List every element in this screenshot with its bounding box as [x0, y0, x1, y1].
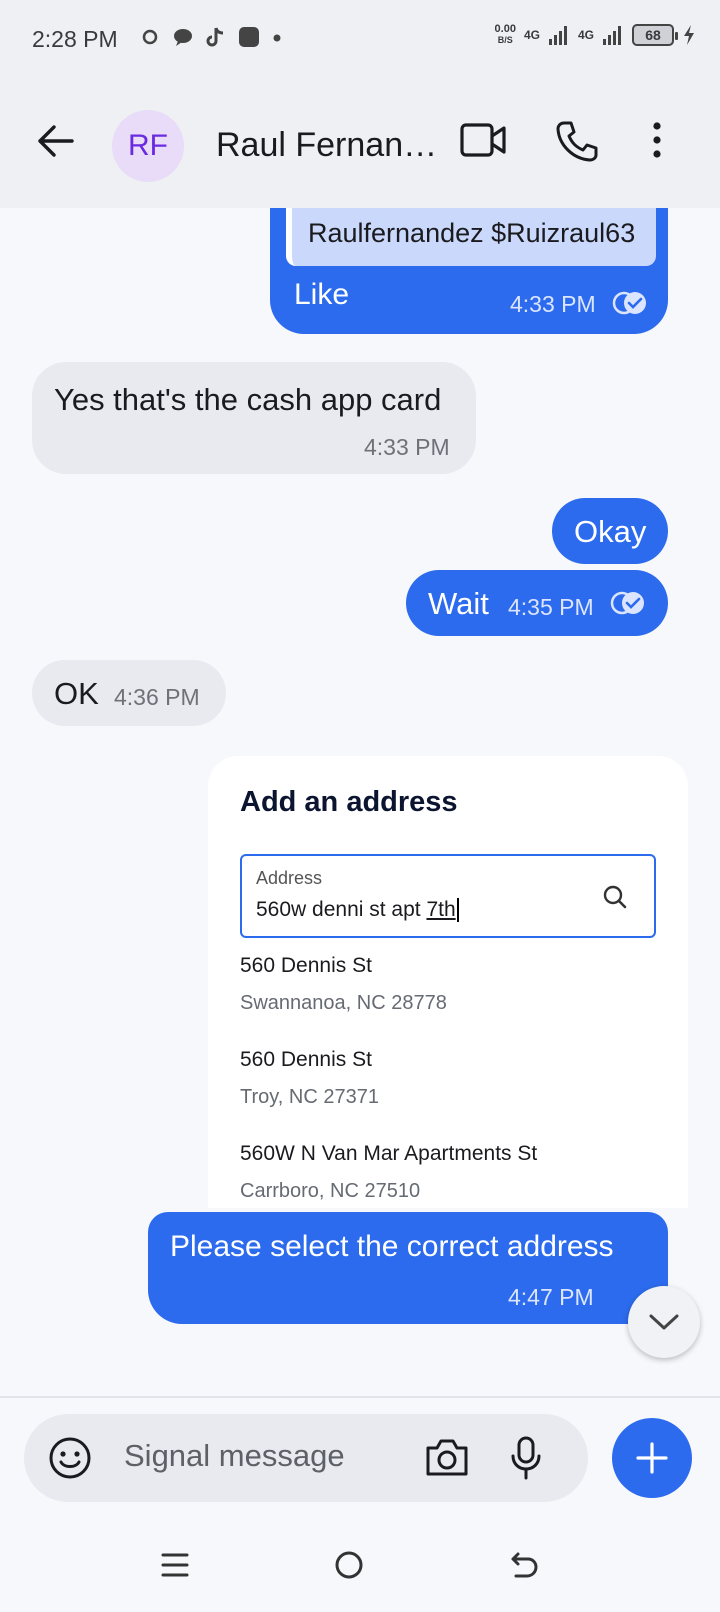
sync-icon [142, 29, 158, 45]
message-text: Like [294, 278, 350, 311]
back-button[interactable] [36, 124, 74, 163]
video-call-button[interactable] [460, 122, 506, 163]
chat-bubble-icon [174, 29, 192, 46]
phone-icon [556, 121, 598, 162]
more-options-button[interactable] [650, 120, 664, 165]
back-arrow-icon [38, 125, 74, 157]
message-bubble-incoming[interactable]: Yes that's the cash app card 4:33 PM [32, 362, 476, 474]
suggestion-street: 560 Dennis St [240, 954, 372, 977]
message-text: Wait [428, 586, 489, 621]
tiktok-icon [206, 27, 224, 47]
battery-level: 68 [645, 27, 661, 43]
address-suggestion: 560 Dennis St Troy, NC 27371 [240, 1048, 379, 1109]
address-suggestion: 560W N Van Mar Apartments St Carrboro, N… [240, 1142, 537, 1203]
message-bubble-outgoing[interactable]: Please select the correct address 4:47 P… [148, 1212, 668, 1324]
message-time: 4:35 PM [508, 594, 594, 620]
address-field-value: 560w denni st apt 7th [256, 898, 459, 923]
network-type-2: 4G [577, 28, 594, 42]
status-bar: 2:28 PM 0.00 B/S 4G 4G 68 [0, 0, 720, 84]
menu-lines-icon [161, 1553, 189, 1577]
notification-icons [140, 26, 282, 48]
emoji-icon [49, 1437, 91, 1479]
chevron-down-icon [649, 1314, 679, 1330]
search-icon [603, 885, 627, 909]
home-button[interactable] [334, 1550, 364, 1585]
address-field-label: Address [256, 868, 323, 888]
status-time: 2:28 PM [32, 26, 118, 52]
message-time: 4:33 PM [364, 434, 450, 460]
address-value-underlined: 7th [426, 898, 456, 921]
signal-bars-icon [548, 26, 567, 45]
compose-bar[interactable]: Signal message [24, 1414, 588, 1502]
message-time: 4:33 PM [510, 291, 596, 317]
microphone-icon [511, 1436, 541, 1480]
battery-icon: 68 [632, 24, 678, 46]
text-caret [456, 898, 459, 923]
home-circle-icon [335, 1551, 363, 1579]
recent-apps-button[interactable] [160, 1550, 190, 1585]
charging-bolt-icon [684, 25, 694, 45]
more-notifications-dot-icon [273, 34, 281, 42]
attachment-title: Add an address [240, 786, 458, 818]
message-input[interactable]: Signal message [124, 1438, 345, 1474]
address-field: Address 560w denni st apt 7th [240, 854, 656, 938]
message-bubble-outgoing[interactable]: Wait 4:35 PM [406, 570, 668, 636]
system-navigation-bar [0, 1530, 720, 1612]
suggestion-street: 560 Dennis St [240, 1048, 372, 1071]
image-attachment[interactable]: Add an address Address 560w denni st apt… [208, 756, 688, 1208]
signal-bars-icon-2 [603, 26, 621, 45]
read-receipt-icon [610, 591, 644, 615]
compose-divider [0, 1396, 720, 1398]
network-type-1: 4G [523, 28, 540, 42]
quoted-message-text: Raulfernandez $Ruizraul63 [308, 218, 636, 248]
message-list[interactable]: Raulfernandez $Ruizraul63 Like 4:33 PM Y… [0, 208, 720, 1396]
camera-icon [426, 1439, 468, 1476]
message-text: Please select the correct address [170, 1230, 614, 1263]
net-speed-value: 0.00 [494, 23, 516, 35]
message-text: Okay [574, 514, 647, 549]
address-suggestion: 560 Dennis St Swannanoa, NC 28778 [240, 954, 447, 1015]
scroll-to-bottom-button[interactable] [628, 1286, 700, 1358]
app-square-icon [239, 27, 259, 47]
message-bubble-incoming[interactable]: OK 4:36 PM [32, 660, 226, 726]
message-text: Yes that's the cash app card [54, 382, 442, 417]
back-return-icon [511, 1552, 538, 1578]
video-camera-icon [460, 123, 506, 157]
suggestion-street: 560W N Van Mar Apartments St [240, 1142, 538, 1165]
voice-note-button[interactable] [510, 1436, 542, 1485]
conversation-header: RF Raul Fernandez [0, 84, 720, 208]
message-time: 4:36 PM [114, 684, 200, 710]
suggestion-city: Carrboro, NC 27510 [240, 1180, 421, 1202]
suggestion-city: Troy, NC 27371 [240, 1086, 379, 1108]
message-bubble-outgoing[interactable]: Okay [552, 498, 668, 564]
avatar[interactable]: RF [112, 110, 184, 182]
read-receipt-icon [612, 291, 646, 315]
voice-call-button[interactable] [556, 120, 598, 167]
address-value-prefix: 560w denni st apt [256, 898, 427, 921]
system-back-button[interactable] [510, 1550, 540, 1585]
message-time: 4:47 PM [508, 1284, 594, 1310]
plus-icon [636, 1442, 668, 1474]
net-speed-unit: B/S [497, 35, 513, 45]
quoted-message[interactable]: Raulfernandez $Ruizraul63 [286, 208, 656, 266]
message-text: OK [54, 676, 99, 711]
contact-name[interactable]: Raul Fernandez [216, 126, 448, 165]
kebab-menu-icon [653, 122, 661, 158]
suggestion-city: Swannanoa, NC 28778 [240, 992, 447, 1014]
message-bubble-outgoing[interactable]: Raulfernandez $Ruizraul63 Like 4:33 PM [270, 208, 668, 334]
camera-button[interactable] [424, 1436, 470, 1483]
status-right-icons: 0.00 B/S 4G 4G 68 [495, 24, 696, 46]
attach-button[interactable] [612, 1418, 692, 1498]
emoji-button[interactable] [48, 1436, 92, 1485]
